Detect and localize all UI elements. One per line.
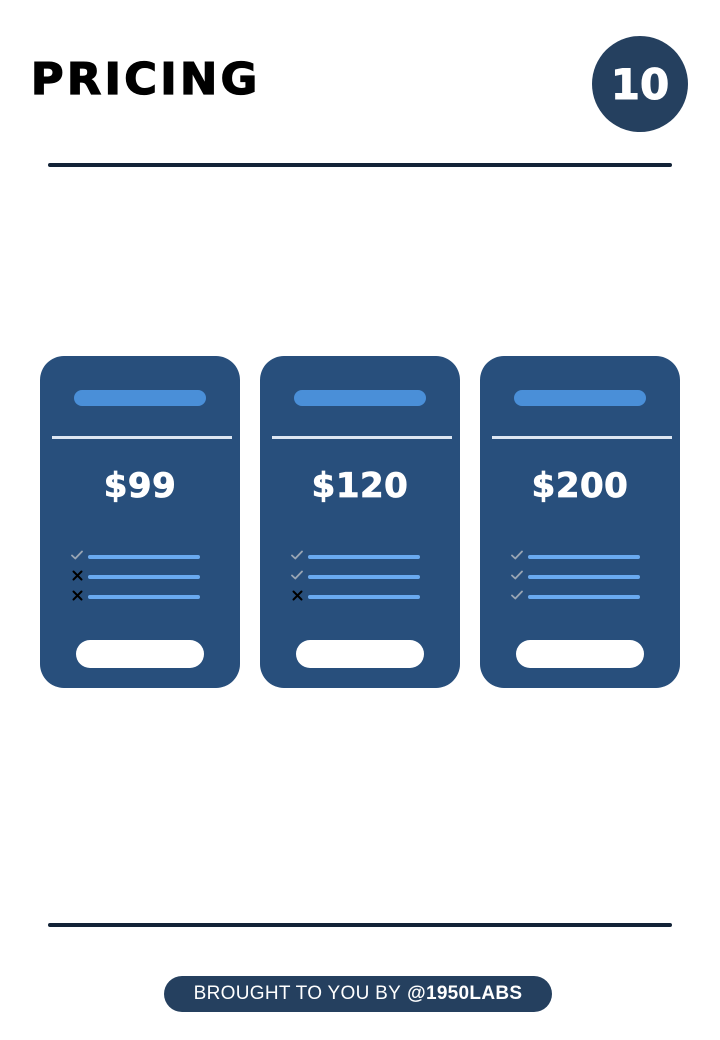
plan-name-placeholder [294, 390, 426, 406]
select-plan-button[interactable] [76, 640, 204, 668]
page-title: PRICING [30, 54, 261, 105]
credit-badge: BROUGHT TO YOU BY @1950LABS [164, 976, 552, 1012]
select-plan-button[interactable] [296, 640, 424, 668]
credit-prefix: BROUGHT TO YOU BY [193, 983, 402, 1004]
feature-line [308, 595, 420, 599]
feature-row [510, 590, 650, 604]
bottom-divider [48, 923, 672, 927]
select-plan-button[interactable] [516, 640, 644, 668]
page-number-badge: 10 [592, 36, 688, 132]
feature-row [70, 590, 210, 604]
feature-line [308, 575, 420, 579]
plan-price: $99 [103, 466, 177, 507]
feature-row [290, 550, 430, 564]
check-icon [510, 568, 524, 582]
feature-row [70, 570, 210, 584]
check-icon [510, 548, 524, 562]
top-divider [48, 163, 672, 167]
card-divider [492, 436, 672, 439]
feature-row [70, 550, 210, 564]
check-icon [70, 548, 84, 562]
pricing-card-basic: $99 [40, 356, 240, 688]
check-icon [290, 548, 304, 562]
plan-name-placeholder [74, 390, 206, 406]
feature-row [510, 570, 650, 584]
feature-row [290, 570, 430, 584]
feature-line [88, 595, 200, 599]
plan-price: $200 [531, 466, 629, 507]
feature-line [88, 575, 200, 579]
feature-line [308, 555, 420, 559]
pricing-card-premium: $200 [480, 356, 680, 688]
feature-row [510, 550, 650, 564]
card-divider [272, 436, 452, 439]
plan-name-placeholder [514, 390, 646, 406]
x-icon [70, 588, 84, 602]
check-icon [510, 588, 524, 602]
feature-line [88, 555, 200, 559]
card-divider [52, 436, 232, 439]
feature-row [290, 590, 430, 604]
x-icon [290, 588, 304, 602]
feature-line [528, 595, 640, 599]
plan-price: $120 [311, 466, 409, 507]
credit-handle[interactable]: @1950LABS [407, 983, 522, 1005]
pricing-cards: $99 $120 $200 [40, 356, 680, 688]
feature-line [528, 555, 640, 559]
x-icon [70, 568, 84, 582]
feature-line [528, 575, 640, 579]
check-icon [290, 568, 304, 582]
pricing-card-standard: $120 [260, 356, 460, 688]
